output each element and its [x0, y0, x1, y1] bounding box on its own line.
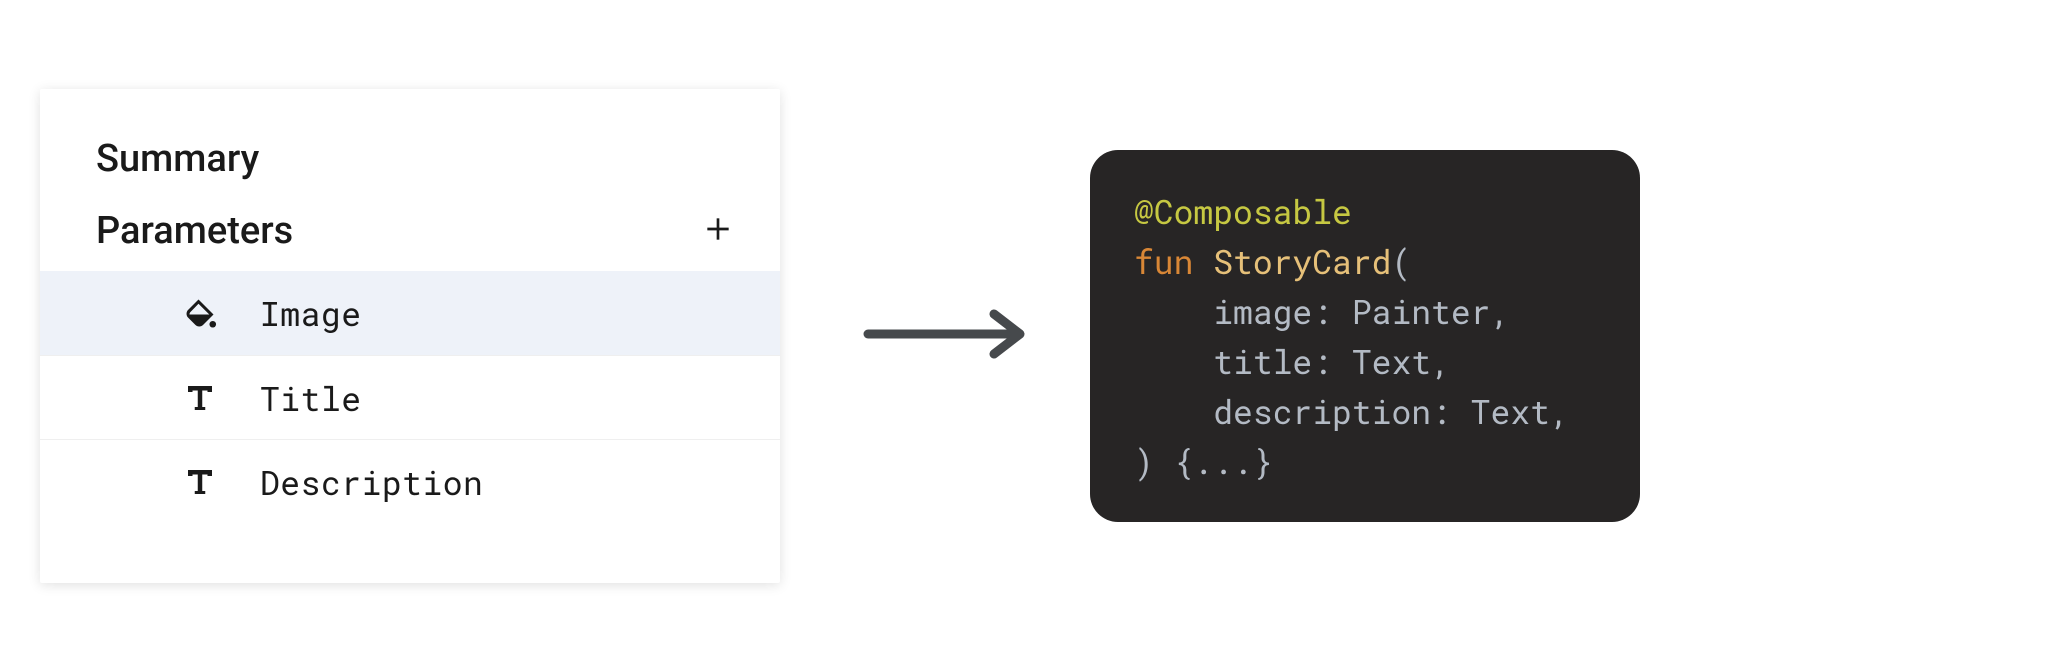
parameter-item-title[interactable]: Title [40, 355, 780, 439]
parameter-label: Title [260, 376, 362, 420]
code-keyword-fun: fun [1134, 239, 1193, 283]
parameter-item-image[interactable]: Image [40, 271, 780, 355]
text-icon [180, 462, 220, 502]
arrow-right-icon [860, 306, 1030, 366]
parameters-list: Image Title Description [40, 271, 780, 523]
code-param-line: title: Text, [1134, 339, 1451, 383]
parameter-item-description[interactable]: Description [40, 439, 780, 523]
code-function-name: StoryCard [1213, 239, 1391, 283]
code-close: ) {...} [1134, 439, 1273, 483]
code-param-line: description: Text, [1134, 389, 1570, 433]
text-icon [180, 378, 220, 418]
code-annotation: @Composable [1134, 189, 1352, 233]
add-parameter-button[interactable] [696, 209, 740, 253]
parameters-panel: Summary Parameters Image Tit [40, 89, 780, 583]
plus-icon [702, 213, 734, 249]
code-snippet: @Composable fun StoryCard( image: Painte… [1090, 150, 1640, 523]
fill-image-icon [180, 293, 220, 333]
code-open-paren: ( [1391, 239, 1411, 283]
parameter-label: Image [260, 291, 362, 335]
section-title-parameters: Parameters [96, 209, 293, 253]
panel-title-summary: Summary [40, 137, 780, 209]
parameters-section-header: Parameters [40, 209, 780, 267]
code-param-line: image: Painter, [1134, 289, 1510, 333]
parameter-label: Description [260, 460, 483, 504]
